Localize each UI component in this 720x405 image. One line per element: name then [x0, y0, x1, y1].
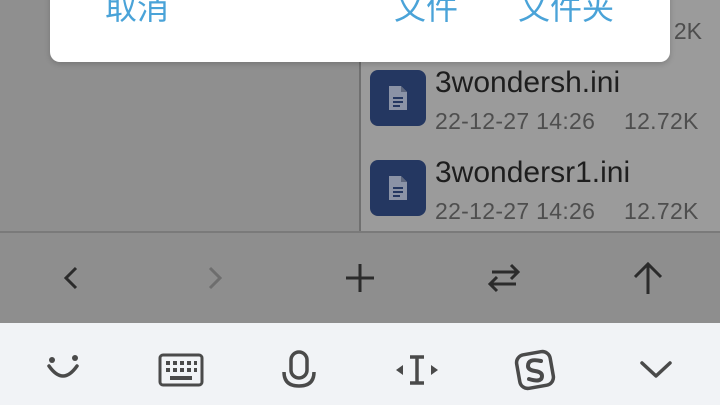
- file-size: 12.72K: [624, 108, 699, 134]
- swap-icon: [487, 263, 521, 293]
- emoji-button[interactable]: [38, 345, 88, 395]
- cancel-button[interactable]: 取消: [105, 0, 169, 28]
- new-folder-button[interactable]: 文件夹: [518, 0, 614, 28]
- document-icon: [370, 70, 426, 126]
- back-button[interactable]: [46, 253, 96, 303]
- file-date: 22-12-27 14:26: [435, 198, 596, 224]
- bottom-toolbar: [0, 233, 720, 323]
- forward-button[interactable]: [190, 253, 240, 303]
- list-item[interactable]: 3wondersh.ini 22-12-27 14:26 12.72K: [361, 62, 720, 152]
- keyboard-toolbar: [0, 323, 720, 405]
- back-icon: [63, 266, 78, 290]
- sogou-menu-button[interactable]: [510, 345, 560, 395]
- hide-keyboard-button[interactable]: [631, 345, 681, 395]
- chevron-down-icon: [640, 361, 672, 378]
- new-item-dialog: 取消 文件 文件夹: [50, 0, 670, 62]
- forward-icon: [208, 266, 223, 290]
- swap-button[interactable]: [479, 253, 529, 303]
- file-date: 22-12-27 14:26: [435, 108, 596, 134]
- add-button[interactable]: [335, 253, 385, 303]
- file-name: 3wondersh.ini: [435, 66, 621, 99]
- up-arrow-icon: [633, 261, 663, 294]
- file-size: 12.72K: [624, 198, 699, 224]
- sogou-logo-icon: [514, 349, 556, 391]
- parent-folder-button[interactable]: [623, 253, 673, 303]
- microphone-icon: [282, 350, 316, 388]
- keyboard-switch-button[interactable]: [156, 345, 206, 395]
- keyboard-icon: [158, 353, 204, 387]
- file-size-partial: 2K: [673, 18, 702, 44]
- list-item[interactable]: 3wondersr1.ini 22-12-27 14:26 12.72K: [361, 152, 720, 242]
- add-icon: [346, 264, 374, 292]
- document-icon: [370, 160, 426, 216]
- file-name: 3wondersr1.ini: [435, 156, 631, 189]
- new-file-button[interactable]: 文件: [394, 0, 458, 28]
- voice-input-button[interactable]: [274, 345, 324, 395]
- cursor-move-button[interactable]: [392, 345, 442, 395]
- emoji-icon: [47, 355, 79, 378]
- cursor-icon: [396, 355, 438, 385]
